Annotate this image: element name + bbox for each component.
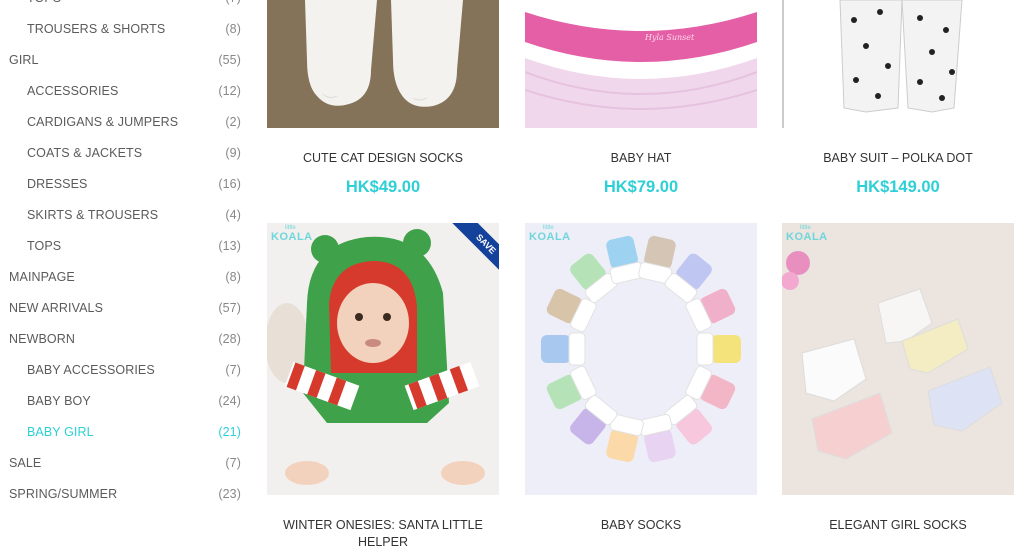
product-image[interactable]: little KOALA bbox=[525, 223, 757, 495]
category-count: (8) bbox=[225, 22, 241, 36]
sidebar-category-item[interactable]: SPRING/SUMMER (23) bbox=[0, 487, 250, 507]
category-label[interactable]: NEW ARRIVALS bbox=[9, 301, 103, 315]
category-count: (2) bbox=[225, 115, 241, 129]
product-price: HK$149.00 bbox=[856, 178, 940, 196]
category-count: (24) bbox=[218, 394, 241, 408]
product-price: HK$49.00 bbox=[345, 178, 421, 196]
category-label[interactable]: TROUSERS & SHORTS bbox=[27, 22, 165, 36]
save-badge: SAVE bbox=[443, 223, 499, 279]
category-label[interactable]: BABY ACCESSORIES bbox=[27, 363, 155, 377]
product-image[interactable] bbox=[782, 0, 1014, 128]
category-count: (16) bbox=[218, 177, 241, 191]
sidebar-category-item[interactable]: COATS & JACKETS (9) bbox=[0, 146, 250, 166]
sidebar-category-item[interactable]: NEWBORN (28) bbox=[0, 332, 250, 352]
sidebar-category-item[interactable]: GIRL (55) bbox=[0, 53, 250, 73]
category-label[interactable]: TOPS bbox=[27, 0, 61, 5]
category-label[interactable]: GIRL bbox=[9, 53, 39, 67]
brand-logo: little KOALA bbox=[786, 225, 828, 243]
product-image[interactable]: little KOALA SAVE bbox=[267, 223, 499, 495]
hat-label-text: Hyla Sunset bbox=[644, 33, 695, 42]
category-count: (7) bbox=[225, 456, 241, 470]
category-count: (13) bbox=[218, 239, 241, 253]
product-image[interactable] bbox=[267, 0, 499, 128]
product-image[interactable]: little KOALA bbox=[782, 223, 1014, 495]
category-label[interactable]: SKIRTS & TROUSERS bbox=[27, 208, 158, 222]
category-label[interactable]: COATS & JACKETS bbox=[27, 146, 142, 160]
sidebar-category-item[interactable]: SALE (7) bbox=[0, 456, 250, 476]
sidebar-category-item[interactable]: NEW ARRIVALS (57) bbox=[0, 301, 250, 321]
sidebar-category-item[interactable]: MAINPAGE (8) bbox=[0, 270, 250, 290]
category-count: (9) bbox=[225, 146, 241, 160]
category-count: (57) bbox=[218, 301, 241, 315]
category-count: (28) bbox=[218, 332, 241, 346]
sidebar-category-item[interactable]: ACCESSORIES (12) bbox=[0, 84, 250, 104]
category-sidebar: TOPS (7) TROUSERS & SHORTS (8) GIRL (55) ACCES… bbox=[0, 0, 250, 550]
sidebar-category-item[interactable]: TOPS (7) bbox=[0, 0, 250, 11]
category-label[interactable]: TOPS bbox=[27, 239, 61, 253]
sidebar-category-item[interactable]: BABY GIRL (21) bbox=[0, 425, 250, 445]
product-image[interactable]: Hyla Sunset bbox=[525, 0, 757, 128]
product-name[interactable]: WINTER ONESIES: SANTA LITTLE HELPER bbox=[267, 517, 499, 550]
category-count: (55) bbox=[218, 53, 241, 67]
category-count: (7) bbox=[225, 363, 241, 377]
sidebar-category-item[interactable]: SKIRTS & TROUSERS (4) bbox=[0, 208, 250, 228]
product-name[interactable]: BABY SOCKS bbox=[525, 517, 757, 534]
product-name[interactable]: BABY HAT bbox=[525, 150, 757, 167]
sidebar-category-item[interactable]: TROUSERS & SHORTS (8) bbox=[0, 22, 250, 42]
sidebar-category-item[interactable]: BABY ACCESSORIES (7) bbox=[0, 363, 250, 383]
category-count: (8) bbox=[225, 270, 241, 284]
product-name[interactable]: ELEGANT GIRL SOCKS bbox=[782, 517, 1014, 534]
brand-logo: little KOALA bbox=[271, 225, 313, 243]
category-label[interactable]: BABY BOY bbox=[27, 394, 91, 408]
category-label[interactable]: CARDIGANS & JUMPERS bbox=[27, 115, 178, 129]
category-count: (23) bbox=[218, 487, 241, 501]
category-label[interactable]: SALE bbox=[9, 456, 41, 470]
category-label[interactable]: MAINPAGE bbox=[9, 270, 75, 284]
product-name[interactable]: BABY SUIT – POLKA DOT bbox=[782, 150, 1014, 167]
product-price: HK$79.00 bbox=[603, 178, 679, 196]
category-count: (7) bbox=[225, 0, 241, 5]
category-label[interactable]: DRESSES bbox=[27, 177, 87, 191]
category-label[interactable]: NEWBORN bbox=[9, 332, 75, 346]
sidebar-category-item[interactable]: TOPS (13) bbox=[0, 239, 250, 259]
brand-logo: little KOALA bbox=[529, 225, 571, 243]
category-label[interactable]: BABY GIRL bbox=[27, 425, 94, 439]
product-name[interactable]: CUTE CAT DESIGN SOCKS bbox=[267, 150, 499, 167]
category-count: (4) bbox=[225, 208, 241, 222]
sidebar-category-item[interactable]: BABY BOY (24) bbox=[0, 394, 250, 414]
category-label[interactable]: SPRING/SUMMER bbox=[9, 487, 117, 501]
category-count: (21) bbox=[218, 425, 241, 439]
category-count: (12) bbox=[218, 84, 241, 98]
category-label[interactable]: ACCESSORIES bbox=[27, 84, 118, 98]
sidebar-category-item[interactable]: DRESSES (16) bbox=[0, 177, 250, 197]
sidebar-category-item[interactable]: CARDIGANS & JUMPERS (2) bbox=[0, 115, 250, 135]
